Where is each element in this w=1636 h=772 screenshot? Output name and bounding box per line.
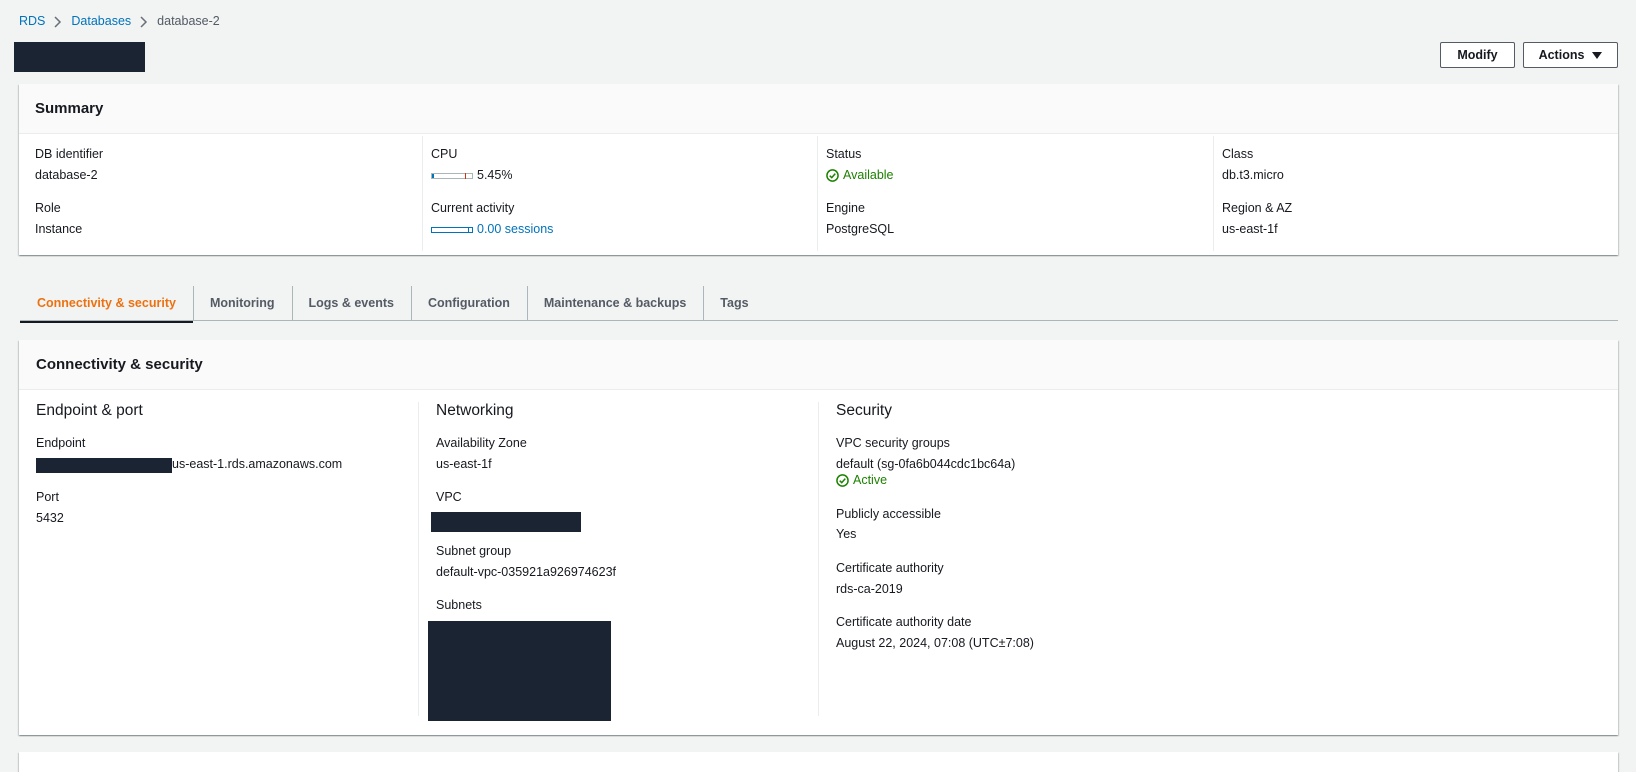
- subnets-label: Subnets: [436, 598, 482, 612]
- cpu-percent: 5.45%: [477, 168, 513, 182]
- region-label: Region & AZ: [1222, 201, 1293, 215]
- endpoint-label: Endpoint: [36, 436, 86, 450]
- vpc-security-groups-label: VPC security groups: [836, 436, 950, 450]
- cpu-label: CPU: [431, 147, 458, 161]
- subnet-group-value: default-vpc-035921a926974623f: [436, 565, 617, 579]
- status-badge: Available: [826, 168, 894, 182]
- divider: [422, 136, 423, 251]
- certificate-authority-date-value: August 22, 2024, 07:08 (UTC±7:08): [836, 636, 1034, 650]
- chevron-right-icon: [45, 14, 71, 28]
- tab-connectivity-security[interactable]: Connectivity & security: [20, 284, 193, 323]
- status-label: Status: [826, 147, 862, 161]
- check-circle-icon: [826, 168, 839, 182]
- activity-meter: [431, 226, 473, 233]
- db-identifier-label: DB identifier: [35, 147, 104, 161]
- actions-button[interactable]: Actions: [1523, 42, 1618, 68]
- breadcrumb-current: database-2: [157, 14, 220, 28]
- publicly-accessible-label: Publicly accessible: [836, 507, 941, 521]
- tab-configuration[interactable]: Configuration: [410, 284, 527, 322]
- subnets-redacted: [428, 621, 611, 721]
- caret-down-icon: [1592, 51, 1603, 59]
- publicly-accessible-value: Yes: [836, 527, 857, 541]
- vpc-redacted: [431, 512, 581, 532]
- divider: [818, 402, 819, 716]
- chevron-right-icon: [131, 14, 157, 28]
- breadcrumb-databases-link[interactable]: Databases: [71, 14, 131, 28]
- tab-tags[interactable]: Tags: [703, 284, 765, 322]
- region-value: us-east-1f: [1222, 222, 1278, 236]
- detail-tabs: Connectivity & security Monitoring Logs …: [20, 284, 766, 323]
- networking-heading: Networking: [436, 402, 514, 419]
- cpu-meter: [431, 172, 473, 179]
- activity-meter-mark: [468, 226, 469, 233]
- modify-button-label: Modify: [1457, 48, 1498, 62]
- certificate-authority-label: Certificate authority: [836, 561, 944, 575]
- port-label: Port: [36, 490, 59, 504]
- divider: [817, 136, 818, 251]
- security-group-status: Active: [836, 473, 887, 487]
- cpu-value: 5.45%: [431, 168, 512, 182]
- divider: [1213, 136, 1214, 251]
- tab-monitoring[interactable]: Monitoring: [192, 284, 292, 322]
- vpc-security-group-link[interactable]: default (sg-0fa6b044cdc1bc64a): [836, 457, 1015, 471]
- certificate-authority-value: rds-ca-2019: [836, 582, 903, 596]
- breadcrumb: RDS Databases database-2: [19, 14, 220, 28]
- summary-panel: Summary DB identifier database-2 Role In…: [19, 84, 1618, 255]
- connectivity-title: Connectivity & security: [19, 340, 1618, 390]
- next-panel: [19, 752, 1618, 772]
- connectivity-panel: Connectivity & security Endpoint & port …: [19, 340, 1618, 735]
- endpoint-port-heading: Endpoint & port: [36, 402, 143, 419]
- sessions-link[interactable]: 0.00 sessions: [477, 222, 553, 236]
- availability-zone-label: Availability Zone: [436, 436, 527, 450]
- actions-button-label: Actions: [1538, 48, 1585, 62]
- class-value: db.t3.micro: [1222, 168, 1284, 182]
- engine-value: PostgreSQL: [826, 222, 895, 236]
- tab-maintenance-backups[interactable]: Maintenance & backups: [526, 284, 703, 322]
- page-title-redacted: [14, 42, 145, 72]
- divider: [418, 402, 419, 716]
- subnet-group-label: Subnet group: [436, 544, 512, 558]
- check-circle-icon: [836, 473, 849, 487]
- availability-zone-value: us-east-1f: [436, 457, 492, 471]
- vpc-label: VPC: [436, 490, 462, 504]
- role-label: Role: [35, 201, 61, 215]
- modify-button[interactable]: Modify: [1440, 42, 1515, 68]
- port-value: 5432: [36, 511, 64, 525]
- status-text: Available: [843, 168, 894, 182]
- summary-title: Summary: [19, 84, 1618, 134]
- endpoint-value: us-east-1.rds.amazonaws.com: [172, 457, 343, 471]
- current-activity-label: Current activity: [431, 201, 515, 215]
- cpu-meter-threshold: [465, 172, 466, 179]
- security-heading: Security: [836, 402, 892, 419]
- certificate-authority-date-label: Certificate authority date: [836, 615, 972, 629]
- current-activity-value: 0.00 sessions: [431, 222, 553, 236]
- engine-label: Engine: [826, 201, 865, 215]
- cpu-meter-fill: [432, 173, 435, 178]
- breadcrumb-rds-link[interactable]: RDS: [19, 14, 45, 28]
- class-label: Class: [1222, 147, 1254, 161]
- security-group-status-text: Active: [853, 473, 888, 487]
- tab-underline: [20, 320, 1618, 321]
- db-identifier-value: database-2: [35, 168, 98, 182]
- role-value: Instance: [35, 222, 83, 236]
- endpoint-redacted: [36, 458, 172, 473]
- tab-logs-events[interactable]: Logs & events: [291, 284, 411, 322]
